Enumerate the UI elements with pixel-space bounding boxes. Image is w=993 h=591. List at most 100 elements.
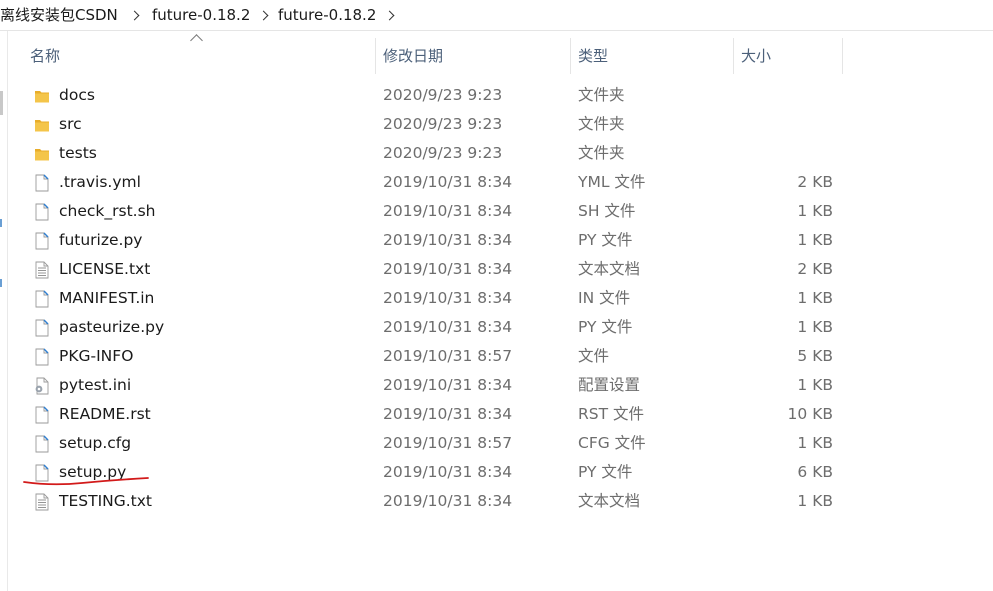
breadcrumb-item-root[interactable]: 离线安装包CSDN bbox=[0, 5, 118, 25]
file-modified-date: 2019/10/31 8:34 bbox=[383, 376, 513, 394]
file-type: PY 文件 bbox=[578, 231, 633, 249]
column-header-row: 名称 修改日期 类型 大小 bbox=[8, 38, 993, 74]
text-file-icon bbox=[34, 493, 50, 511]
settings-file-icon bbox=[34, 377, 50, 395]
file-name: docs bbox=[59, 86, 95, 104]
address-bar[interactable]: 离线安装包CSDN future-0.18.2 future-0.18.2 bbox=[0, 0, 993, 31]
folder-icon bbox=[34, 116, 50, 134]
file-modified-date: 2019/10/31 8:57 bbox=[383, 347, 513, 365]
file-size bbox=[733, 139, 833, 168]
file-name: futurize.py bbox=[59, 231, 143, 249]
file-name: check_rst.sh bbox=[59, 202, 156, 220]
file-modified-date: 2019/10/31 8:34 bbox=[383, 173, 513, 191]
file-list: docs 2020/9/23 9:23 文件夹 src 2020/9/23 9:23 文… bbox=[8, 81, 993, 516]
breadcrumb-separator-icon[interactable] bbox=[126, 5, 142, 25]
file-type: 文件夹 bbox=[578, 144, 625, 162]
file-row[interactable]: PKG-INFO 2019/10/31 8:57 文件 5 KB bbox=[8, 342, 848, 371]
column-header-date[interactable]: 修改日期 bbox=[377, 38, 571, 74]
file-size: 5 KB bbox=[797, 347, 833, 365]
file-icon bbox=[34, 319, 50, 337]
file-size bbox=[733, 110, 833, 139]
file-size: 1 KB bbox=[797, 289, 833, 307]
file-row[interactable]: MANIFEST.in 2019/10/31 8:34 IN 文件 1 KB bbox=[8, 284, 848, 313]
file-type: CFG 文件 bbox=[578, 434, 646, 452]
file-modified-date: 2019/10/31 8:34 bbox=[383, 405, 513, 423]
file-name: README.rst bbox=[59, 405, 151, 423]
file-size: 2 KB bbox=[797, 173, 833, 191]
file-row[interactable]: TESTING.txt 2019/10/31 8:34 文本文档 1 KB bbox=[8, 487, 848, 516]
file-name: LICENSE.txt bbox=[59, 260, 151, 278]
file-row[interactable]: LICENSE.txt 2019/10/31 8:34 文本文档 2 KB bbox=[8, 255, 848, 284]
file-type: IN 文件 bbox=[578, 289, 631, 307]
file-type: YML 文件 bbox=[578, 173, 646, 191]
file-size: 1 KB bbox=[797, 434, 833, 452]
file-type: SH 文件 bbox=[578, 202, 636, 220]
file-icon bbox=[34, 290, 50, 308]
file-type: RST 文件 bbox=[578, 405, 645, 423]
file-type: 文件夹 bbox=[578, 115, 625, 133]
file-modified-date: 2019/10/31 8:34 bbox=[383, 492, 513, 510]
file-size: 1 KB bbox=[797, 231, 833, 249]
file-size bbox=[733, 81, 833, 110]
file-name: src bbox=[59, 115, 82, 133]
file-row[interactable]: docs 2020/9/23 9:23 文件夹 bbox=[8, 81, 848, 110]
file-size: 6 KB bbox=[797, 463, 833, 481]
file-row[interactable]: pasteurize.py 2019/10/31 8:34 PY 文件 1 KB bbox=[8, 313, 848, 342]
breadcrumb-separator-icon[interactable] bbox=[381, 5, 397, 25]
file-modified-date: 2019/10/31 8:34 bbox=[383, 231, 513, 249]
file-name: PKG-INFO bbox=[59, 347, 134, 365]
file-name: MANIFEST.in bbox=[59, 289, 155, 307]
navigation-pane-edge[interactable] bbox=[0, 31, 8, 591]
file-modified-date: 2019/10/31 8:34 bbox=[383, 289, 513, 307]
breadcrumb-item-parent[interactable]: future-0.18.2 bbox=[152, 5, 250, 25]
file-name: TESTING.txt bbox=[59, 492, 152, 510]
file-row[interactable]: tests 2020/9/23 9:23 文件夹 bbox=[8, 139, 848, 168]
file-modified-date: 2019/10/31 8:57 bbox=[383, 434, 513, 452]
file-type: 文本文档 bbox=[578, 492, 641, 510]
navigation-scrollbar-thumb[interactable] bbox=[0, 91, 3, 115]
file-size: 10 KB bbox=[787, 405, 833, 423]
column-header-type[interactable]: 类型 bbox=[572, 38, 734, 74]
file-row[interactable]: src 2020/9/23 9:23 文件夹 bbox=[8, 110, 848, 139]
column-header-name[interactable]: 名称 bbox=[24, 38, 376, 74]
breadcrumb-item-current[interactable]: future-0.18.2 bbox=[278, 5, 376, 25]
file-size: 1 KB bbox=[797, 376, 833, 394]
navigation-item-marker bbox=[0, 279, 2, 287]
file-icon bbox=[34, 435, 50, 453]
file-type: 文件 bbox=[578, 347, 610, 365]
file-size: 2 KB bbox=[797, 260, 833, 278]
file-modified-date: 2019/10/31 8:34 bbox=[383, 318, 513, 336]
file-row[interactable]: setup.cfg 2019/10/31 8:57 CFG 文件 1 KB bbox=[8, 429, 848, 458]
file-name: pytest.ini bbox=[59, 376, 132, 394]
file-row[interactable]: check_rst.sh 2019/10/31 8:34 SH 文件 1 KB bbox=[8, 197, 848, 226]
file-type: 文件夹 bbox=[578, 86, 625, 104]
file-type: 文本文档 bbox=[578, 260, 641, 278]
folder-icon bbox=[34, 87, 50, 105]
file-name: tests bbox=[59, 144, 97, 162]
file-modified-date: 2019/10/31 8:34 bbox=[383, 463, 513, 481]
file-row[interactable]: .travis.yml 2019/10/31 8:34 YML 文件 2 KB bbox=[8, 168, 848, 197]
file-modified-date: 2020/9/23 9:23 bbox=[383, 144, 503, 162]
file-row[interactable]: pytest.ini 2019/10/31 8:34 配置设置 1 KB bbox=[8, 371, 848, 400]
file-modified-date: 2020/9/23 9:23 bbox=[383, 86, 503, 104]
file-size: 1 KB bbox=[797, 492, 833, 510]
column-header-size[interactable]: 大小 bbox=[735, 38, 843, 74]
file-explorer-window: 离线安装包CSDN future-0.18.2 future-0.18.2 名称… bbox=[0, 0, 993, 591]
navigation-item-marker bbox=[0, 219, 2, 227]
file-size: 1 KB bbox=[797, 202, 833, 220]
file-type: PY 文件 bbox=[578, 318, 633, 336]
text-file-icon bbox=[34, 261, 50, 279]
file-icon bbox=[34, 232, 50, 250]
folder-icon bbox=[34, 145, 50, 163]
file-name: setup.cfg bbox=[59, 434, 132, 452]
file-modified-date: 2019/10/31 8:34 bbox=[383, 202, 513, 220]
file-row[interactable]: README.rst 2019/10/31 8:34 RST 文件 10 KB bbox=[8, 400, 848, 429]
file-name: pasteurize.py bbox=[59, 318, 165, 336]
file-modified-date: 2020/9/23 9:23 bbox=[383, 115, 503, 133]
file-icon bbox=[34, 203, 50, 221]
file-type: 配置设置 bbox=[578, 376, 641, 394]
file-icon bbox=[34, 406, 50, 424]
breadcrumb-separator-icon[interactable] bbox=[255, 5, 271, 25]
file-modified-date: 2019/10/31 8:34 bbox=[383, 260, 513, 278]
file-row[interactable]: futurize.py 2019/10/31 8:34 PY 文件 1 KB bbox=[8, 226, 848, 255]
